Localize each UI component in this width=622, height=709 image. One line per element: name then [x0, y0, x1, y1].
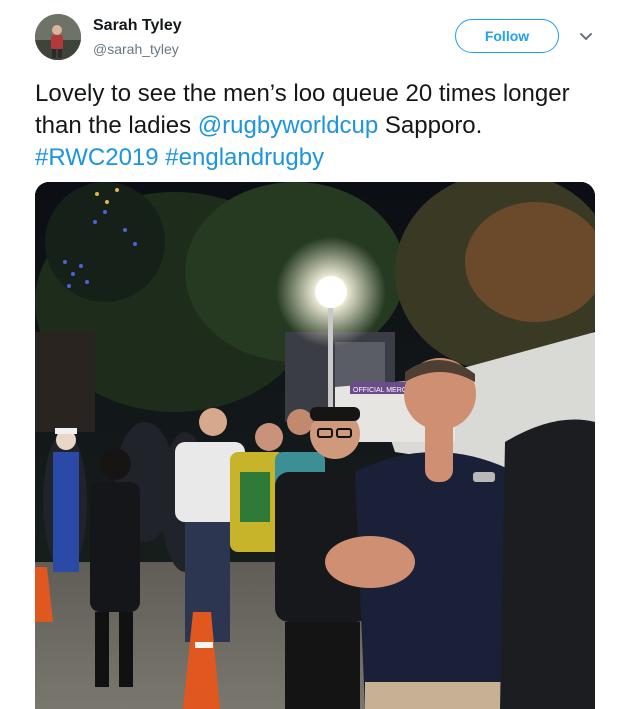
- follow-button[interactable]: Follow: [455, 19, 559, 53]
- avatar[interactable]: [35, 14, 81, 60]
- tweet-photo[interactable]: OFFICIAL MERCHANDISE: [35, 182, 595, 709]
- author-name[interactable]: Sarah Tyley: [93, 17, 182, 35]
- hashtag-link[interactable]: #englandrugby: [165, 144, 324, 171]
- photo-illustration: OFFICIAL MERCHANDISE: [35, 182, 595, 709]
- chevron-down-icon[interactable]: [578, 30, 594, 42]
- tweet-text: Lovely to see the men’s loo queue 20 tim…: [35, 78, 605, 174]
- avatar-image: [35, 14, 81, 60]
- author-handle[interactable]: @sarah_tyley: [93, 41, 179, 57]
- mention-link[interactable]: @rugbyworldcup: [198, 112, 378, 139]
- tweet-text-segment: Sapporo.: [378, 112, 483, 139]
- tweet-header: Sarah Tyley @sarah_tyley Follow: [0, 0, 622, 72]
- hashtag-link[interactable]: #RWC2019: [35, 144, 159, 171]
